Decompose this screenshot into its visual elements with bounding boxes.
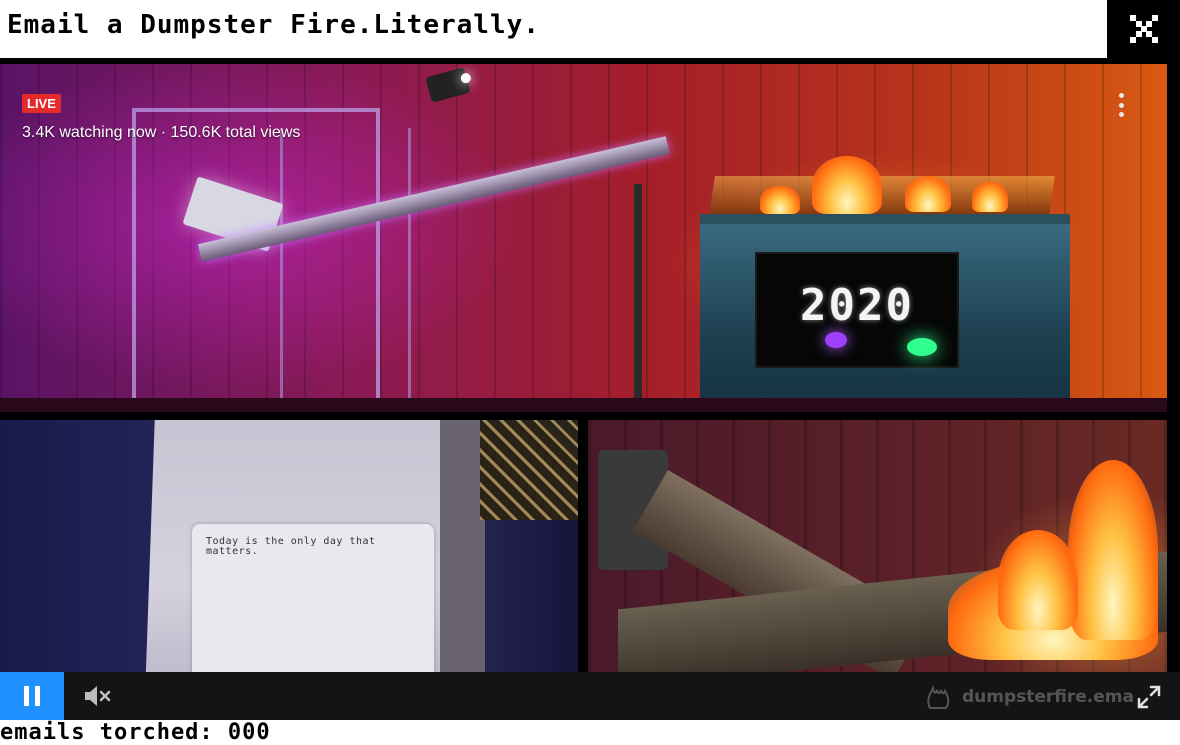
camera-light — [425, 67, 471, 103]
fire-camera-feed[interactable] — [588, 420, 1167, 672]
fire-hand-icon — [927, 684, 950, 709]
more-vertical-icon — [1118, 112, 1124, 117]
player-controls: dumpsterfire.ema — [0, 672, 1180, 720]
pause-icon — [24, 686, 40, 706]
volume-muted-icon — [85, 686, 111, 706]
more-options-button[interactable] — [1111, 90, 1131, 120]
emails-torched-counter: emails torched: 000 — [0, 720, 271, 745]
green-light — [907, 338, 937, 356]
watermark-text: dumpsterfire.ema — [961, 687, 1134, 707]
main-camera-feed[interactable]: 2020 LIVE 3.4K watching now · 150.6K tot… — [0, 64, 1167, 412]
enclosure-frame — [280, 128, 411, 408]
close-x-icon — [1129, 15, 1158, 43]
floor-strip — [0, 398, 1167, 412]
dumpster-screen: 2020 — [755, 252, 959, 368]
close-button[interactable] — [1107, 0, 1180, 58]
watermark: dumpsterfire.ema — [924, 682, 1134, 712]
live-badge: LIVE — [22, 94, 61, 113]
header-bar: Email a Dumpster Fire.Literally. — [0, 0, 1180, 58]
more-vertical-icon — [1118, 102, 1124, 108]
fullscreen-icon — [1137, 685, 1161, 709]
support-pole — [634, 184, 642, 412]
page-title: Email a Dumpster Fire.Literally. — [7, 10, 540, 40]
flame — [760, 186, 800, 214]
paper-chute-camera-feed[interactable]: Today is the only day that matters. — [0, 420, 578, 672]
dumpster-screen-text: 2020 — [800, 280, 914, 331]
printed-email-text: Today is the only day that matters. — [206, 536, 376, 557]
flame — [905, 176, 951, 212]
chute-rail — [440, 420, 485, 672]
flame — [998, 530, 1078, 630]
flame — [812, 156, 882, 214]
more-vertical-icon — [1118, 93, 1124, 98]
video-player[interactable]: 2020 LIVE 3.4K watching now · 150.6K tot… — [0, 58, 1180, 720]
metal-grate — [480, 420, 578, 520]
printed-email: Today is the only day that matters. — [192, 524, 434, 672]
fullscreen-button[interactable] — [1136, 684, 1162, 710]
purple-light — [825, 332, 847, 348]
mute-button[interactable] — [80, 682, 114, 710]
viewer-count: 3.4K watching now · 150.6K total views — [22, 124, 301, 141]
flame — [972, 182, 1008, 212]
flame — [1068, 460, 1158, 640]
pause-button[interactable] — [0, 672, 64, 720]
